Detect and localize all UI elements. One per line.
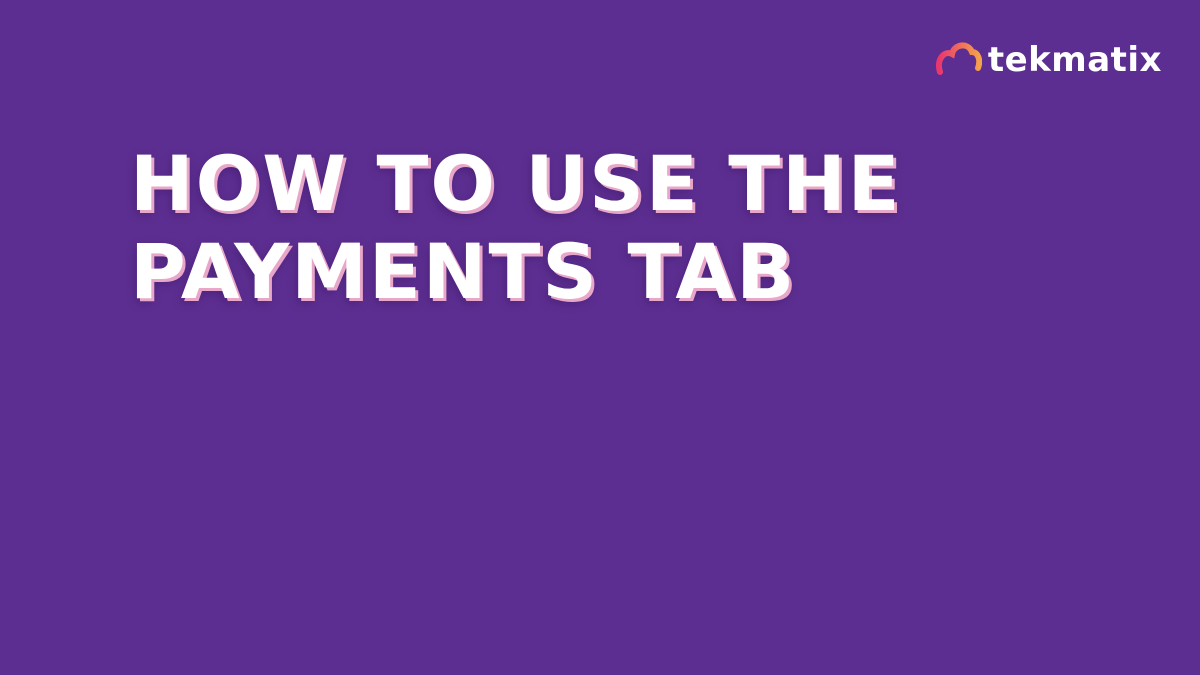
brand-name: tekmatix [987, 40, 1162, 80]
page-title: HOW TO USE THE PAYMENTS TAB [130, 140, 1130, 316]
cloud-arc-logo-icon [935, 42, 982, 75]
brand-logo: tekmatix [934, 38, 1162, 78]
title-line-2: PAYMENTS TAB [130, 227, 797, 316]
title-slide: tekmatix HOW TO USE THE PAYMENTS TAB [0, 0, 1200, 675]
title-line-1: HOW TO USE THE [130, 139, 902, 228]
